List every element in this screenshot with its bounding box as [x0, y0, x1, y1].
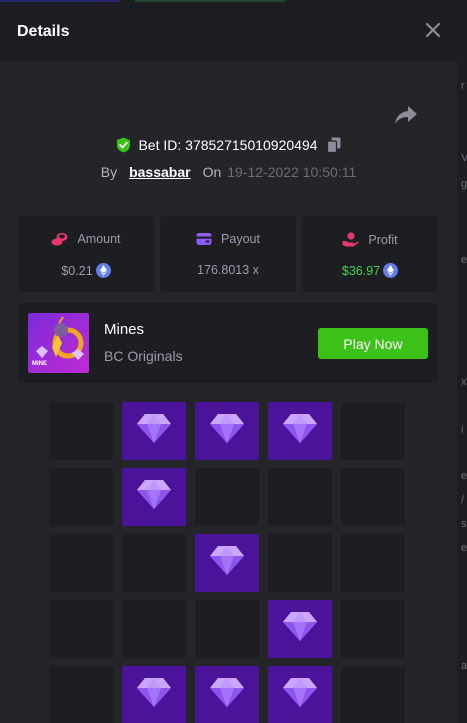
gem-icon — [210, 678, 244, 707]
by-label: By — [100, 164, 118, 180]
clipped-text: g — [461, 178, 467, 190]
clipped-text: i — [461, 424, 464, 436]
bet-id-line: Bet ID: 37852715010920494 — [0, 135, 457, 155]
stat-amount-label-row: Amount — [18, 232, 154, 246]
stat-profit-value-row: $36.97 — [302, 263, 438, 278]
wallet-icon — [196, 233, 212, 245]
stat-label: Amount — [77, 232, 121, 246]
stat-value: $36.97 — [341, 263, 381, 278]
gem-icon — [210, 546, 244, 575]
stat-profit-label-row: Profit — [302, 232, 438, 247]
bet-id: Bet ID: 37852715010920494 — [138, 137, 318, 153]
stat-label: Profit — [368, 232, 398, 247]
mine-tile — [341, 534, 405, 592]
mine-tile-gem — [268, 402, 332, 460]
copy-icon[interactable] — [326, 137, 341, 153]
clipped-text: x — [461, 376, 467, 388]
gem-icon — [137, 414, 171, 443]
hand-coin-icon — [342, 232, 360, 247]
clipped-text: / — [461, 494, 465, 506]
stat-value: $0.21 — [61, 263, 93, 278]
mine-tile — [49, 402, 113, 460]
gem-icon — [283, 678, 317, 707]
mine-tile-gem — [268, 666, 332, 723]
clipped-text: e — [461, 254, 467, 266]
bet-datetime: 19-12-2022 10:50:11 — [227, 164, 357, 180]
stat-amount: Amount $0.21 — [18, 216, 154, 292]
stat-payout-value-row: 176.8013 x — [160, 263, 296, 277]
background-page-edge: r Vg e x i e / s e a — [457, 0, 467, 723]
close-icon[interactable] — [424, 21, 442, 39]
stat-profit: Profit $36.97 — [302, 216, 438, 292]
mine-tile — [195, 468, 259, 526]
mine-tile — [341, 600, 405, 658]
clipped-text: a — [461, 660, 467, 672]
clipped-text: r — [461, 80, 465, 92]
mine-tile — [122, 534, 186, 592]
details-panel: Details Bet ID: 37852715010920494 By bas… — [0, 2, 457, 723]
gem-icon — [137, 480, 171, 509]
mine-tile — [268, 468, 332, 526]
mine-tile-gem — [122, 402, 186, 460]
share-icon[interactable] — [394, 104, 418, 126]
mine-tile — [195, 600, 259, 658]
gem-icon — [283, 612, 317, 641]
mine-tile — [49, 468, 113, 526]
verified-shield-icon — [117, 137, 131, 153]
gem-icon — [283, 414, 317, 443]
play-now-button[interactable]: Play Now — [318, 328, 428, 359]
gem-icon — [137, 678, 171, 707]
bet-author-line: By bassabar On 19-12-2022 10:50:11 — [0, 162, 457, 182]
panel-header: Details — [0, 2, 457, 62]
game-name: Mines — [104, 321, 145, 338]
on-label: On — [202, 164, 222, 180]
stat-value: 176.8013 x — [197, 263, 259, 277]
mine-tile-gem — [268, 600, 332, 658]
thumbnail-label: MINE — [32, 361, 47, 367]
eth-icon — [383, 263, 399, 278]
mine-tile — [122, 600, 186, 658]
username-link[interactable]: bassabar — [129, 164, 190, 180]
game-provider: BC Originals — [104, 348, 183, 364]
gem-icon — [210, 414, 244, 443]
mine-tile — [341, 402, 405, 460]
stat-payout-label-row: Payout — [160, 232, 296, 246]
panel-title: Details — [17, 23, 70, 40]
coins-icon — [51, 233, 68, 246]
mine-tile-gem — [195, 666, 259, 723]
clipped-text: V — [461, 152, 467, 164]
mine-tile — [268, 534, 332, 592]
mine-tile — [341, 666, 405, 723]
mine-tile — [49, 534, 113, 592]
game-card: MINE Mines BC Originals Play Now — [18, 303, 438, 383]
mine-tile-gem — [195, 534, 259, 592]
stat-label: Payout — [221, 232, 260, 246]
clipped-text: s — [461, 518, 467, 530]
game-thumbnail[interactable]: MINE — [28, 313, 89, 373]
clipped-text: e — [461, 470, 467, 482]
stat-payout: Payout 176.8013 x — [160, 216, 296, 292]
mine-tile-gem — [122, 666, 186, 723]
eth-icon — [95, 263, 111, 278]
stat-amount-value-row: $0.21 — [18, 263, 154, 278]
mine-tile — [49, 600, 113, 658]
clipped-text: e — [461, 542, 467, 554]
mine-tile — [341, 468, 405, 526]
mine-tile-gem — [195, 402, 259, 460]
mine-tile — [49, 666, 113, 723]
mine-tile-gem — [122, 468, 186, 526]
